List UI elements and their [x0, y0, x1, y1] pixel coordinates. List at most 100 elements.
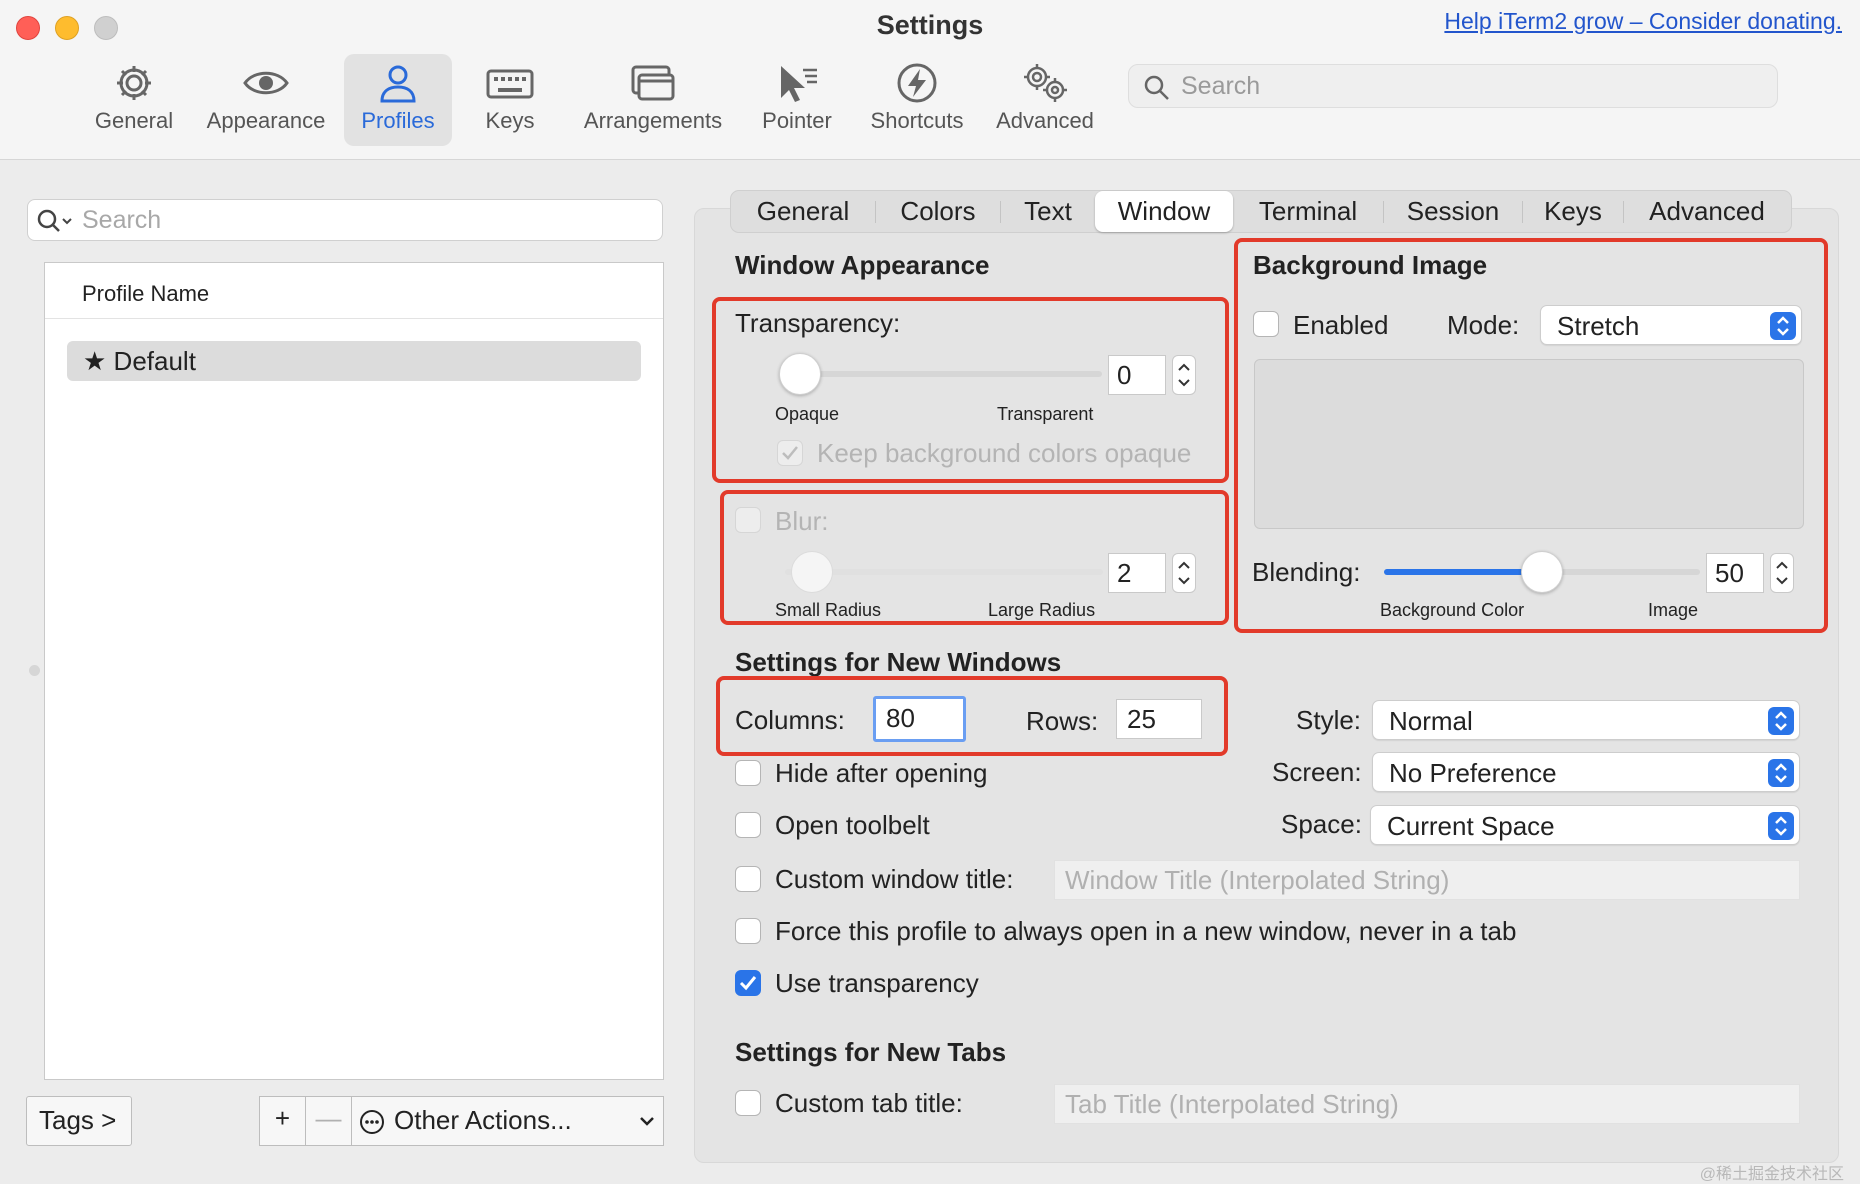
bolt-icon — [897, 63, 937, 103]
screen-value: No Preference — [1389, 758, 1557, 788]
background-image-enabled-checkbox[interactable] — [1253, 311, 1279, 337]
space-value: Current Space — [1387, 811, 1555, 841]
settings-search[interactable] — [1128, 64, 1778, 108]
open-toolbelt-checkbox[interactable] — [735, 812, 761, 838]
other-actions-menu[interactable]: Other Actions... — [352, 1096, 664, 1146]
pointer-icon — [781, 66, 817, 102]
keyboard-icon — [486, 69, 534, 99]
tab-window[interactable]: Window — [1095, 191, 1233, 232]
keep-bg-opaque-checkbox[interactable] — [777, 440, 803, 466]
style-select[interactable]: Normal — [1372, 700, 1800, 740]
blur-checkbox[interactable] — [735, 507, 761, 533]
toolbar-general-button[interactable]: General — [84, 54, 184, 146]
blur-stepper[interactable] — [1172, 553, 1196, 593]
other-actions-label: Other Actions... — [394, 1105, 572, 1135]
style-label: Style: — [1296, 705, 1362, 735]
search-icon — [37, 209, 72, 232]
background-image-enabled-label: Enabled — [1293, 310, 1389, 340]
tags-button[interactable]: Tags > — [26, 1096, 132, 1146]
hide-after-opening-checkbox[interactable] — [735, 760, 761, 786]
mode-value: Stretch — [1557, 311, 1640, 341]
ellipsis-circle-icon — [360, 1110, 384, 1134]
profile-tab-bar: General Colors Text Window Terminal Sess… — [730, 190, 1792, 233]
toolbar-advanced-button[interactable]: Advanced — [990, 54, 1100, 146]
stepper-arrows-icon — [1178, 363, 1190, 387]
custom-tab-title-input[interactable]: Tab Title (Interpolated String) — [1054, 1084, 1800, 1124]
watermark: @稀土掘金技术社区 — [1699, 1166, 1844, 1183]
use-transparency-label: Use transparency — [775, 968, 979, 998]
profile-search[interactable] — [27, 199, 663, 241]
checkmark-icon — [782, 446, 798, 460]
profile-row-default[interactable]: ★ Default — [67, 341, 641, 381]
blending-stepper[interactable] — [1770, 553, 1794, 593]
eye-icon — [243, 71, 289, 95]
hide-after-opening-label: Hide after opening — [775, 758, 988, 788]
tab-colors[interactable]: Colors — [876, 191, 1000, 232]
space-select[interactable]: Current Space — [1370, 805, 1800, 845]
toolbar-label: Pointer — [762, 108, 832, 133]
blur-max-label: Large Radius — [988, 600, 1096, 620]
toolbar-label: Profiles — [361, 108, 435, 133]
toolbar-label: General — [94, 108, 174, 133]
background-image-well[interactable] — [1254, 359, 1804, 529]
tab-general[interactable]: General — [731, 191, 875, 232]
tab-session[interactable]: Session — [1384, 191, 1522, 232]
transparency-slider-knob[interactable] — [779, 353, 821, 395]
blur-value-field[interactable]: 2 — [1108, 553, 1166, 593]
settings-search-input[interactable] — [1181, 65, 1761, 107]
transparency-slider-track[interactable] — [780, 371, 1102, 377]
mode-label: Mode: — [1447, 310, 1520, 340]
transparency-value-field[interactable]: 0 — [1108, 355, 1166, 395]
chevron-down-icon — [640, 1117, 654, 1126]
windows-icon — [631, 65, 675, 101]
toolbar-appearance-button[interactable]: Appearance — [200, 54, 332, 146]
mode-select[interactable]: Stretch — [1540, 305, 1802, 345]
toolbar-arrangements-button[interactable]: Arrangements — [574, 54, 732, 146]
tab-keys[interactable]: Keys — [1523, 191, 1623, 232]
tab-advanced[interactable]: Advanced — [1624, 191, 1790, 232]
toolbar-keys-button[interactable]: Keys — [470, 54, 550, 146]
profile-name-column-header[interactable]: Profile Name — [45, 263, 663, 319]
toolbar-profiles-button[interactable]: Profiles — [344, 54, 452, 146]
new-windows-heading: Settings for New Windows — [735, 647, 1062, 677]
select-arrows-icon — [1768, 707, 1794, 735]
profile-search-input[interactable] — [82, 200, 652, 240]
transparency-stepper[interactable] — [1172, 355, 1196, 395]
stepper-arrows-icon — [1178, 561, 1190, 585]
background-image-heading: Background Image — [1253, 250, 1488, 280]
toolbar-shortcuts-button[interactable]: Shortcuts — [862, 54, 972, 146]
blending-min-label: Background Color — [1380, 600, 1525, 620]
tab-terminal[interactable]: Terminal — [1233, 191, 1383, 232]
custom-tab-title-label: Custom tab title: — [775, 1088, 963, 1118]
columns-input[interactable]: 80 — [873, 696, 966, 742]
custom-window-title-input[interactable]: Window Title (Interpolated String) — [1054, 860, 1800, 900]
remove-profile-button[interactable]: — — [306, 1096, 352, 1146]
split-view-handle[interactable] — [29, 665, 40, 676]
use-transparency-checkbox[interactable] — [735, 970, 761, 996]
blending-slider-fill — [1384, 569, 1542, 575]
window-appearance-heading: Window Appearance — [735, 250, 990, 280]
custom-window-title-checkbox[interactable] — [735, 866, 761, 892]
transparency-label: Transparency: — [735, 308, 901, 338]
stepper-arrows-icon — [1776, 561, 1788, 585]
blending-value-field[interactable]: 50 — [1706, 553, 1764, 593]
force-new-window-checkbox[interactable] — [735, 918, 761, 944]
screen-select[interactable]: No Preference — [1372, 752, 1800, 792]
tab-text[interactable]: Text — [1001, 191, 1095, 232]
open-toolbelt-label: Open toolbelt — [775, 810, 930, 840]
add-profile-button[interactable]: + — [259, 1096, 306, 1146]
toolbar-label: Keys — [485, 108, 535, 133]
toolbar-pointer-button[interactable]: Pointer — [752, 54, 842, 146]
custom-tab-title-checkbox[interactable] — [735, 1090, 761, 1116]
blending-max-label: Image — [1648, 600, 1699, 620]
donate-link[interactable]: Help iTerm2 grow – Consider donating. — [1444, 8, 1842, 35]
gears-icon — [1024, 64, 1067, 102]
force-new-window-label: Force this profile to always open in a n… — [775, 916, 1517, 946]
rows-input[interactable]: 25 — [1116, 699, 1202, 739]
profile-list: Profile Name ★ Default — [44, 262, 664, 1080]
columns-label: Columns: — [735, 705, 845, 735]
blending-slider-knob[interactable] — [1521, 551, 1563, 593]
toolbar-label: Advanced — [996, 108, 1094, 133]
toolbar-label: Arrangements — [583, 108, 723, 133]
gear-icon — [117, 66, 151, 100]
